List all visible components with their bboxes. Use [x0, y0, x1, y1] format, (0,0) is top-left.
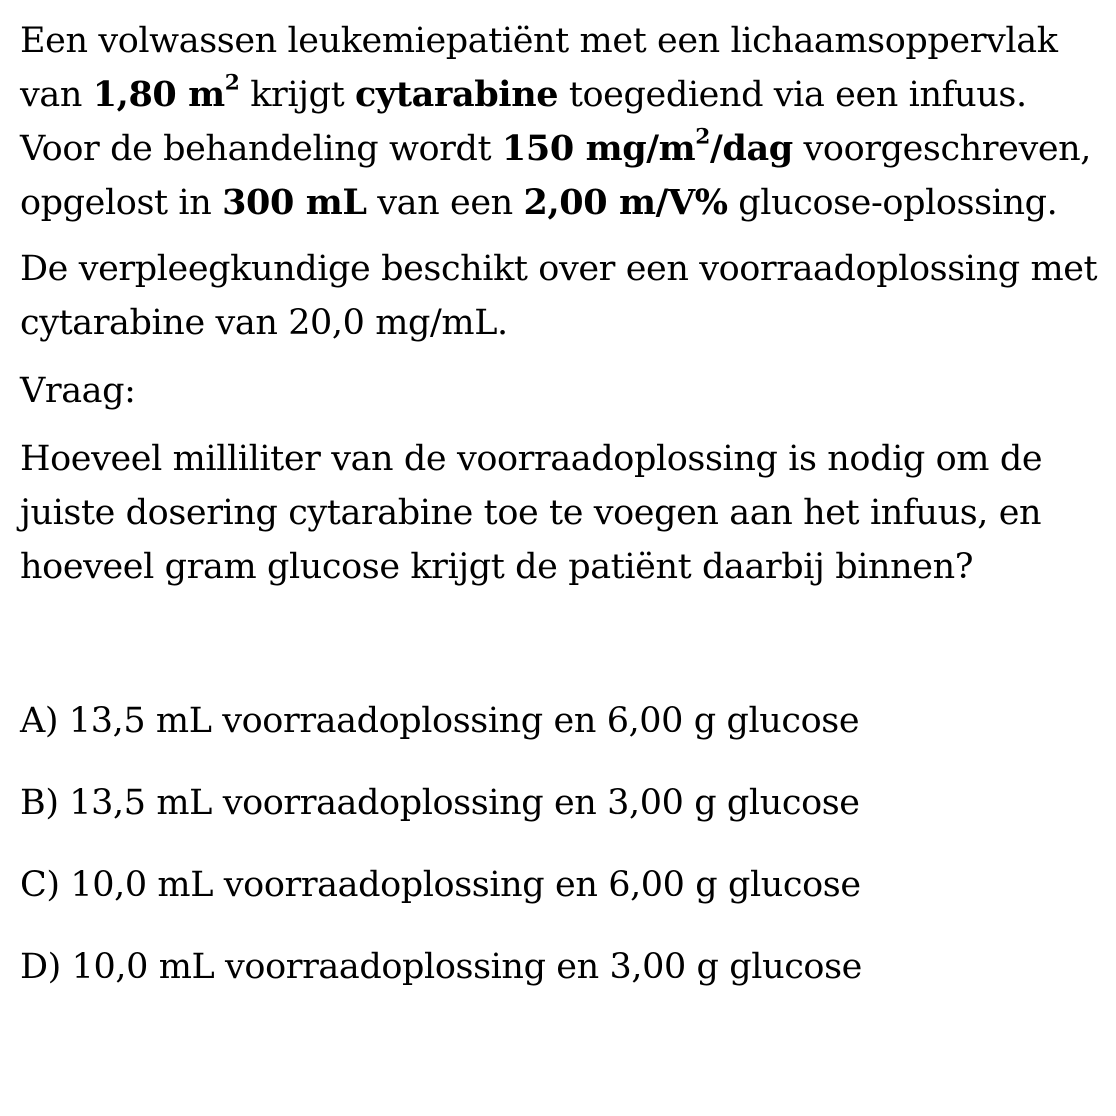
- option-c[interactable]: C) 10,0 mL voorraadoplossing en 6,00 g g…: [20, 858, 1110, 912]
- question-label: Vraag:: [20, 371, 136, 411]
- question-text: Hoeveel milliliter van de voorraadoploss…: [20, 439, 1043, 587]
- infusion-volume: 300 mL: [222, 182, 367, 223]
- body-surface-area: 1,80 m2: [92, 70, 240, 115]
- option-a[interactable]: A) 13,5 mL voorraadoplossing en 6,00 g g…: [20, 694, 1110, 748]
- intro-text-6: glucose-oplossing.: [727, 183, 1058, 223]
- prescribed-dose: 150 mg/m2/dag: [501, 124, 793, 169]
- intro-paragraph: Een volwassen leukemiepatiënt met een li…: [20, 14, 1110, 230]
- dose-exponent: 2: [695, 124, 710, 150]
- option-d[interactable]: D) 10,0 mL voorraadoplossing en 3,00 g g…: [20, 940, 1110, 994]
- bsa-exponent: 2: [224, 70, 240, 96]
- drug-name: cytarabine: [355, 74, 559, 115]
- question-document: Een volwassen leukemiepatiënt met een li…: [20, 14, 1110, 994]
- glucose-concentration: 2,00 m/V%: [523, 182, 728, 223]
- intro-text-2: krijgt: [239, 75, 356, 115]
- intro-text-5: van een: [366, 183, 524, 223]
- option-b[interactable]: B) 13,5 mL voorraadoplossing en 3,00 g g…: [20, 776, 1110, 830]
- stock-paragraph: De verpleegkundige beschikt over een voo…: [20, 249, 1098, 343]
